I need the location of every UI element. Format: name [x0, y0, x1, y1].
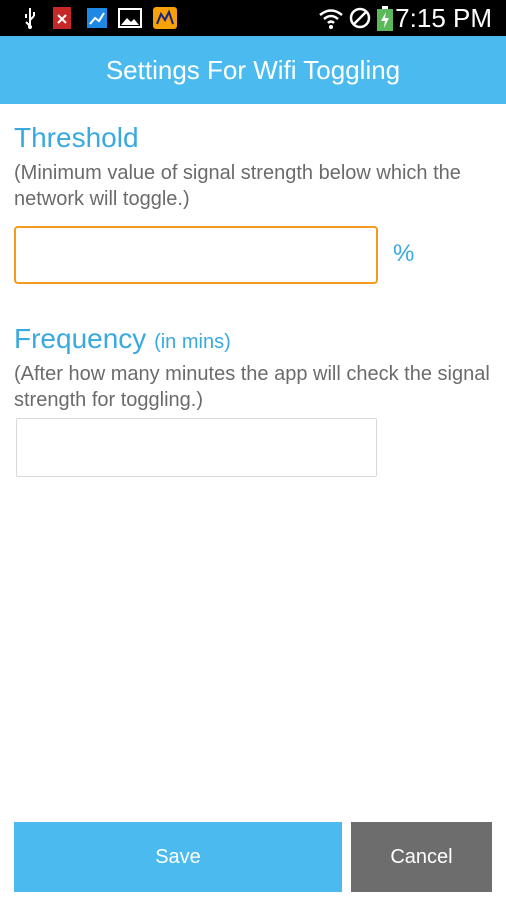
cancel-button[interactable]: Cancel — [351, 822, 492, 892]
no-sim-icon — [348, 6, 372, 34]
save-button[interactable]: Save — [14, 822, 342, 892]
gallery-icon — [118, 6, 142, 34]
frequency-heading: Frequency (in mins) — [14, 323, 231, 355]
threshold-title: Threshold — [14, 122, 139, 153]
threshold-hint: (Minimum value of signal strength below … — [14, 162, 461, 210]
percent-unit-label: % — [393, 240, 415, 267]
usb-icon — [20, 6, 40, 34]
page-title: Settings For Wifi Toggling — [105, 55, 401, 85]
action-bar: Settings For Wifi Toggling — [0, 36, 506, 104]
frequency-title: Frequency — [14, 323, 147, 354]
threshold-heading: Threshold — [14, 122, 139, 154]
frequency-unit-label: (in mins) — [154, 331, 231, 353]
app-icon — [152, 6, 178, 34]
chart-app-icon — [86, 6, 108, 34]
threshold-input[interactable] — [14, 226, 378, 284]
error-app-icon — [52, 6, 72, 34]
status-bar: 7:15 PM — [0, 0, 506, 36]
frequency-input[interactable] — [16, 418, 377, 477]
frequency-hint: (After how many minutes the app will che… — [14, 363, 490, 411]
clock-time: 7:15 PM — [395, 3, 492, 33]
battery-charging-icon — [376, 6, 394, 36]
wifi-icon — [318, 6, 344, 34]
